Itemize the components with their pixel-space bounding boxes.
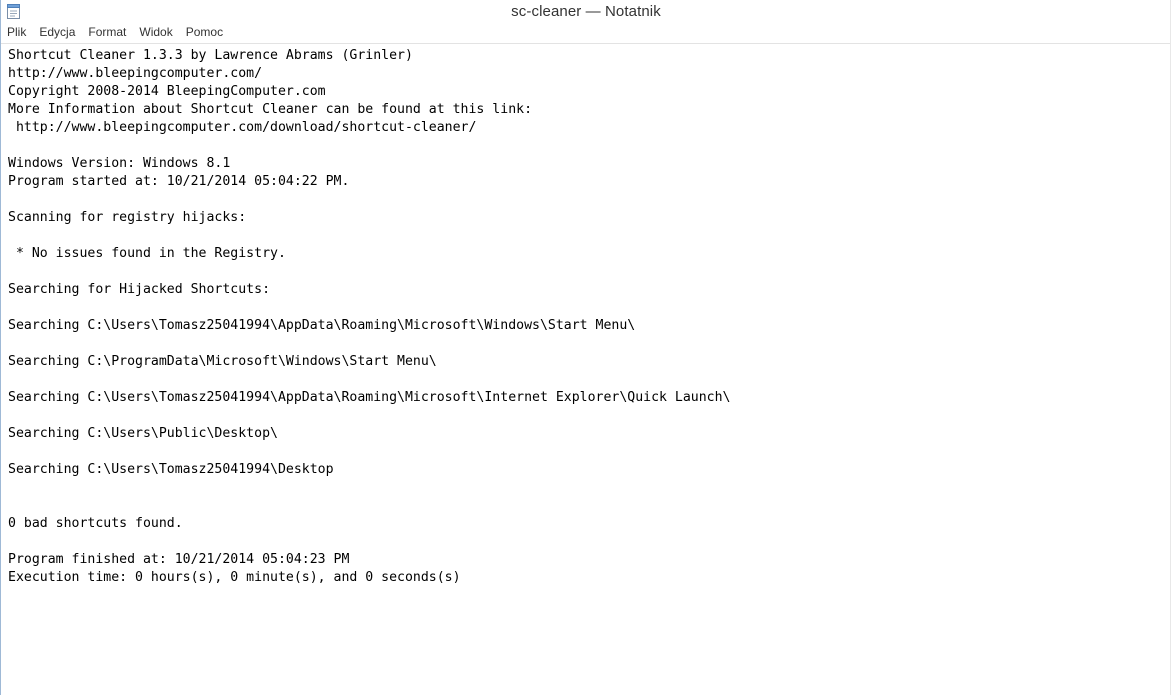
- text-line: Program finished at: 10/21/2014 05:04:23…: [8, 552, 350, 567]
- text-line: Searching C:\Users\Public\Desktop\: [8, 426, 278, 441]
- text-line: Scanning for registry hijacks:: [8, 210, 247, 225]
- text-line: Copyright 2008-2014 BleepingComputer.com: [8, 84, 326, 99]
- text-line: Windows Version: Windows 8.1: [8, 156, 231, 171]
- text-line: Program started at: 10/21/2014 05:04:22 …: [8, 174, 350, 189]
- text-line: Searching C:\Users\Tomasz25041994\AppDat…: [8, 318, 636, 333]
- text-line: Searching C:\Users\Tomasz25041994\Deskto…: [8, 462, 334, 477]
- text-line: More Information about Shortcut Cleaner …: [8, 102, 533, 117]
- text-line: http://www.bleepingcomputer.com/download…: [8, 120, 477, 135]
- text-line: Shortcut Cleaner 1.3.3 by Lawrence Abram…: [8, 48, 413, 63]
- text-line: Searching C:\ProgramData\Microsoft\Windo…: [8, 354, 437, 369]
- menu-format[interactable]: Format: [88, 23, 133, 42]
- editor-content[interactable]: Shortcut Cleaner 1.3.3 by Lawrence Abram…: [1, 44, 1171, 587]
- title-bar[interactable]: sc-cleaner — Notatnik: [1, 0, 1171, 23]
- menu-file[interactable]: Plik: [7, 23, 33, 42]
- text-line: Searching C:\Users\Tomasz25041994\AppDat…: [8, 390, 731, 405]
- text-line: * No issues found in the Registry.: [8, 246, 286, 261]
- notepad-window: sc-cleaner — Notatnik Plik Edycja Format…: [0, 0, 1171, 695]
- text-line: Searching for Hijacked Shortcuts:: [8, 282, 271, 297]
- text-line: Execution time: 0 hours(s), 0 minute(s),…: [8, 570, 461, 585]
- window-title: sc-cleaner — Notatnik: [511, 3, 661, 20]
- menu-edit[interactable]: Edycja: [39, 23, 82, 42]
- menu-bar: Plik Edycja Format Widok Pomoc: [1, 23, 1171, 42]
- text-line: http://www.bleepingcomputer.com/: [8, 66, 263, 81]
- text-editor[interactable]: Shortcut Cleaner 1.3.3 by Lawrence Abram…: [1, 43, 1171, 695]
- text-line: 0 bad shortcuts found.: [8, 516, 183, 531]
- menu-view[interactable]: Widok: [139, 23, 179, 42]
- menu-help[interactable]: Pomoc: [186, 23, 230, 42]
